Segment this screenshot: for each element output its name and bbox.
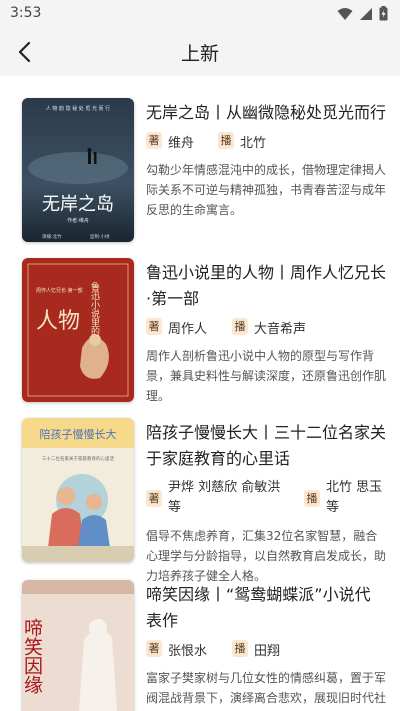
page-title: 上新 (180, 43, 219, 65)
narrator-group: 播北竹 思玉等 (304, 478, 386, 518)
book-meta: 著张恨水 播田翔 (146, 640, 386, 664)
book-title[interactable]: 啼笑因缘丨“鸳鸯蝴蝶派”小说代表作 (146, 582, 386, 634)
book-meta: 著维舟 播北竹 (146, 132, 386, 156)
author-name: 周作人 (168, 322, 208, 337)
book-description: 勾勒少年情感混沌中的成长，借物理定律揭人际关系不可逆与精神孤独，书青春苦涩与成年… (146, 163, 387, 217)
book-meta: 著周作人 播大音希声 (146, 318, 386, 342)
book-title[interactable]: 无岸之岛丨从幽微隐秘处觅光而行 (146, 100, 386, 126)
book-info: 陪孩子慢慢长大丨三十二位名家关于家庭教育的心里话 著尹烨 刘慈欣 俞敏洪等 播北… (146, 420, 386, 586)
book-cover[interactable]: 陪孩子慢慢长大 三十二位名家关于家庭教育的心里话 (22, 418, 134, 562)
cover-main-text: 啼笑因缘 (22, 618, 43, 694)
cover-big-text: 人物 (36, 309, 80, 334)
narrator-tag: 播 (232, 318, 248, 335)
author-group: 著周作人 (146, 318, 207, 337)
book-item[interactable]: 啼笑因缘 啼笑因缘丨“鸳鸯蝴蝶派”小说代表作 著张恨水 播田翔 富家子樊家树与几… (0, 580, 400, 711)
wifi-icon (337, 7, 353, 20)
book-cover[interactable]: 人 物 韵 隐 秘 处 觅 光 而 行 无岸之岛 作者:维舟 演播:北竹 监制:… (22, 98, 134, 242)
book-info: 无岸之岛丨从幽微隐秘处觅光而行 著维舟 播北竹 勾勒少年情感混沌中的成长，借物理… (146, 100, 386, 220)
author-name: 张恨水 (168, 644, 208, 659)
status-time: 3:53 (10, 5, 42, 21)
author-group: 著尹烨 刘慈欣 俞敏洪等 (146, 478, 286, 518)
author-tag: 著 (146, 132, 162, 149)
book-description: 富家子樊家树与几位女性的情感纠葛，置于军阀混战背景下，演绎离合悲欢，展现旧时代社… (146, 671, 387, 705)
narrator-name: 大音希声 (254, 322, 307, 337)
author-group: 著张恨水 (146, 640, 207, 659)
signal-icon (360, 7, 372, 20)
cover-sub-text: 三十二位名家关于家庭教育的心里话 (42, 455, 114, 462)
narrator-group: 播田翔 (232, 640, 280, 659)
author-tag: 著 (146, 318, 162, 335)
book-item[interactable]: 鲁迅小说里的 人物 周作人忆兄长·第一部 鲁迅小说里的人物丨周作人忆兄长·第一部… (0, 258, 400, 408)
cover-sub-text: 周作人忆兄长·第一部 (36, 287, 83, 294)
cover-bottom-left: 演播:北竹 (42, 233, 62, 240)
author-name: 尹烨 刘慈欣 俞敏洪等 (168, 480, 281, 515)
author-name: 维舟 (168, 136, 195, 151)
book-cover[interactable]: 啼笑因缘 (22, 580, 134, 711)
book-item[interactable]: 人 物 韵 隐 秘 处 觅 光 而 行 无岸之岛 作者:维舟 演播:北竹 监制:… (0, 98, 400, 248)
book-info: 啼笑因缘丨“鸳鸯蝴蝶派”小说代表作 著张恨水 播田翔 富家子樊家树与几位女性的情… (146, 582, 386, 711)
book-item[interactable]: 陪孩子慢慢长大 三十二位名家关于家庭教育的心里话 陪孩子慢慢长大丨三十二位名家关… (0, 418, 400, 583)
cover-art-4: 啼笑因缘 (22, 580, 134, 711)
book-info: 鲁迅小说里的人物丨周作人忆兄长·第一部 著周作人 播大音希声 周作人剖析鲁迅小说… (146, 260, 386, 406)
book-cover[interactable]: 鲁迅小说里的 人物 周作人忆兄长·第一部 (22, 258, 134, 402)
cover-art-1: 人 物 韵 隐 秘 处 觅 光 而 行 无岸之岛 作者:维舟 演播:北竹 监制:… (22, 98, 134, 242)
narrator-name: 田翔 (254, 644, 281, 659)
book-description: 倡导不焦虑养育，汇集32位名家智慧，融合心理学与分龄指导，以自然教育启发成长，助… (146, 529, 387, 583)
book-meta: 著尹烨 刘慈欣 俞敏洪等 播北竹 思玉等 (146, 478, 386, 522)
battery-icon (379, 6, 388, 21)
author-tag: 著 (146, 490, 162, 507)
book-title[interactable]: 陪孩子慢慢长大丨三十二位名家关于家庭教育的心里话 (146, 420, 386, 472)
narrator-name: 北竹 思玉等 (326, 480, 383, 515)
cover-bottom-right: 监制:小绿 (90, 233, 110, 240)
narrator-tag: 播 (304, 490, 320, 507)
book-title[interactable]: 鲁迅小说里的人物丨周作人忆兄长·第一部 (146, 260, 386, 312)
cover-main-text: 无岸之岛 (42, 194, 114, 215)
cover-art-2: 鲁迅小说里的 人物 周作人忆兄长·第一部 (22, 258, 134, 402)
author-tag: 著 (146, 640, 162, 657)
narrator-tag: 播 (218, 132, 234, 149)
status-icons (337, 6, 388, 21)
narrator-tag: 播 (232, 640, 248, 657)
book-description: 周作人剖析鲁迅小说中人物的原型与写作背景，兼具史料性与解读深度，还原鲁迅创作肌理… (146, 349, 387, 403)
status-bar: 3:53 (0, 0, 400, 28)
narrator-group: 播北竹 (218, 132, 266, 151)
cover-top-text: 人 物 韵 隐 秘 处 觅 光 而 行 (46, 105, 110, 112)
cover-art-3: 陪孩子慢慢长大 三十二位名家关于家庭教育的心里话 (22, 418, 134, 562)
cover-main-text: 陪孩子慢慢长大 (40, 427, 117, 441)
cover-sub-text: 作者:维舟 (67, 217, 89, 224)
author-group: 著维舟 (146, 132, 194, 151)
cover-side-text: 鲁迅小说里的 (89, 281, 100, 337)
narrator-name: 北竹 (240, 136, 267, 151)
book-list[interactable]: 人 物 韵 隐 秘 处 觅 光 而 行 无岸之岛 作者:维舟 演播:北竹 监制:… (0, 76, 400, 711)
app-bar: 上新 (0, 28, 400, 76)
narrator-group: 播大音希声 (232, 318, 306, 337)
